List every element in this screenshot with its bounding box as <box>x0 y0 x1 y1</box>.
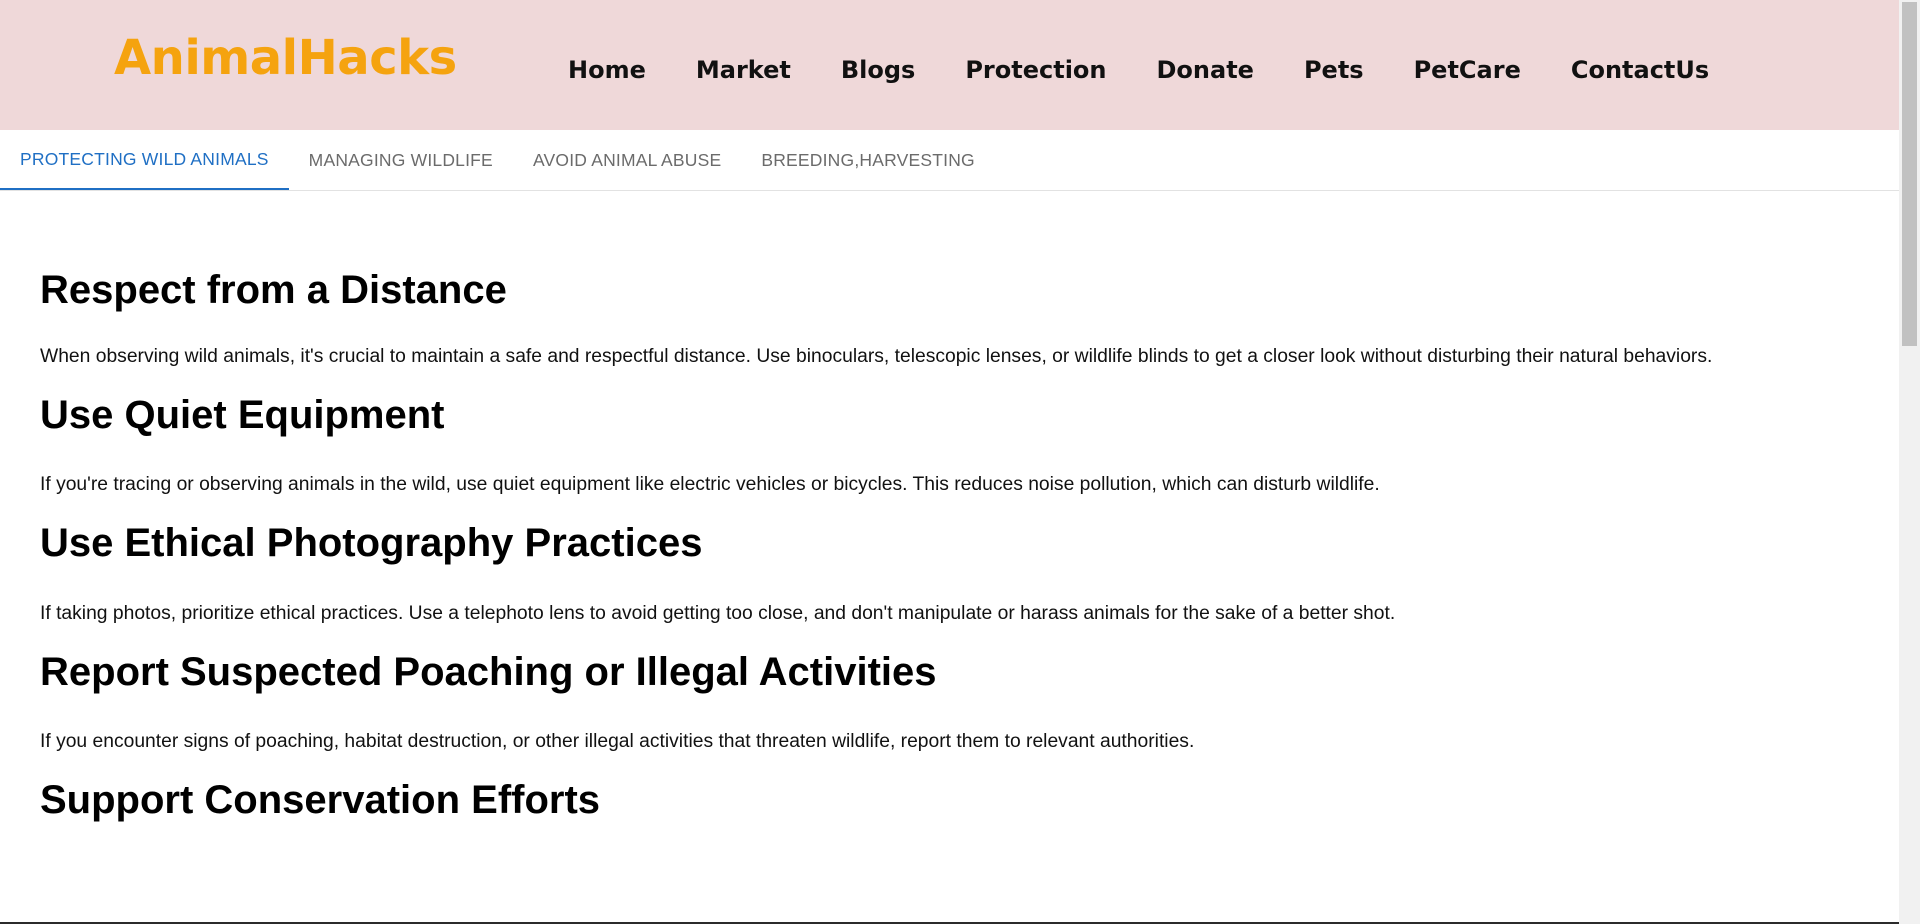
section-title-respect-distance: Respect from a Distance <box>40 268 507 312</box>
section-title-quiet-equipment: Use Quiet Equipment <box>40 393 445 437</box>
main-nav: Home Market Blogs Protection Donate Pets… <box>568 52 1759 88</box>
site-header: AnimalHacks Home Market Blogs Protection… <box>0 0 1899 130</box>
vertical-scrollbar[interactable] <box>1899 0 1920 924</box>
nav-pets-link[interactable]: Pets <box>1304 52 1364 88</box>
section-title-support-conservation: Support Conservation Efforts <box>40 778 601 822</box>
nav-donate-link[interactable]: Donate <box>1157 52 1254 88</box>
tab-panel-protecting-wild-animals: Respect from a Distance When observing w… <box>0 266 1899 824</box>
section-title-report-poaching: Report Suspected Poaching or Illegal Act… <box>40 650 937 694</box>
section-text-quiet-equipment: If you're tracing or observing animals i… <box>40 474 1380 495</box>
tab-avoid-animal-abuse[interactable]: AVOID ANIMAL ABUSE <box>513 130 741 190</box>
nav-protection-link[interactable]: Protection <box>965 52 1106 88</box>
browser-viewport: AnimalHacks Home Market Blogs Protection… <box>0 0 1920 924</box>
section-title-ethical-photography: Use Ethical Photography Practices <box>40 521 703 565</box>
tab-managing-wildlife[interactable]: MANAGING WILDLIFE <box>289 130 513 190</box>
nav-blogs-link[interactable]: Blogs <box>841 52 915 88</box>
site-logo[interactable]: AnimalHacks <box>114 28 457 88</box>
tab-bar: PROTECTING WILD ANIMALS MANAGING WILDLIF… <box>0 130 1899 191</box>
nav-home-link[interactable]: Home <box>568 52 646 88</box>
page-content: AnimalHacks Home Market Blogs Protection… <box>0 0 1899 924</box>
tab-breeding-harvesting[interactable]: BREEDING,HARVESTING <box>741 130 995 190</box>
nav-contactus-link[interactable]: ContactUs <box>1571 52 1709 88</box>
scrollbar-thumb[interactable] <box>1902 2 1917 346</box>
nav-petcare-link[interactable]: PetCare <box>1414 52 1521 88</box>
tab-protecting-wild-animals[interactable]: PROTECTING WILD ANIMALS <box>0 130 289 190</box>
section-text-report-poaching: If you encounter signs of poaching, habi… <box>40 731 1195 752</box>
section-text-ethical-photography: If taking photos, prioritize ethical pra… <box>40 603 1396 624</box>
nav-market-link[interactable]: Market <box>696 52 791 88</box>
section-text-respect-distance: When observing wild animals, it's crucia… <box>40 346 1713 367</box>
